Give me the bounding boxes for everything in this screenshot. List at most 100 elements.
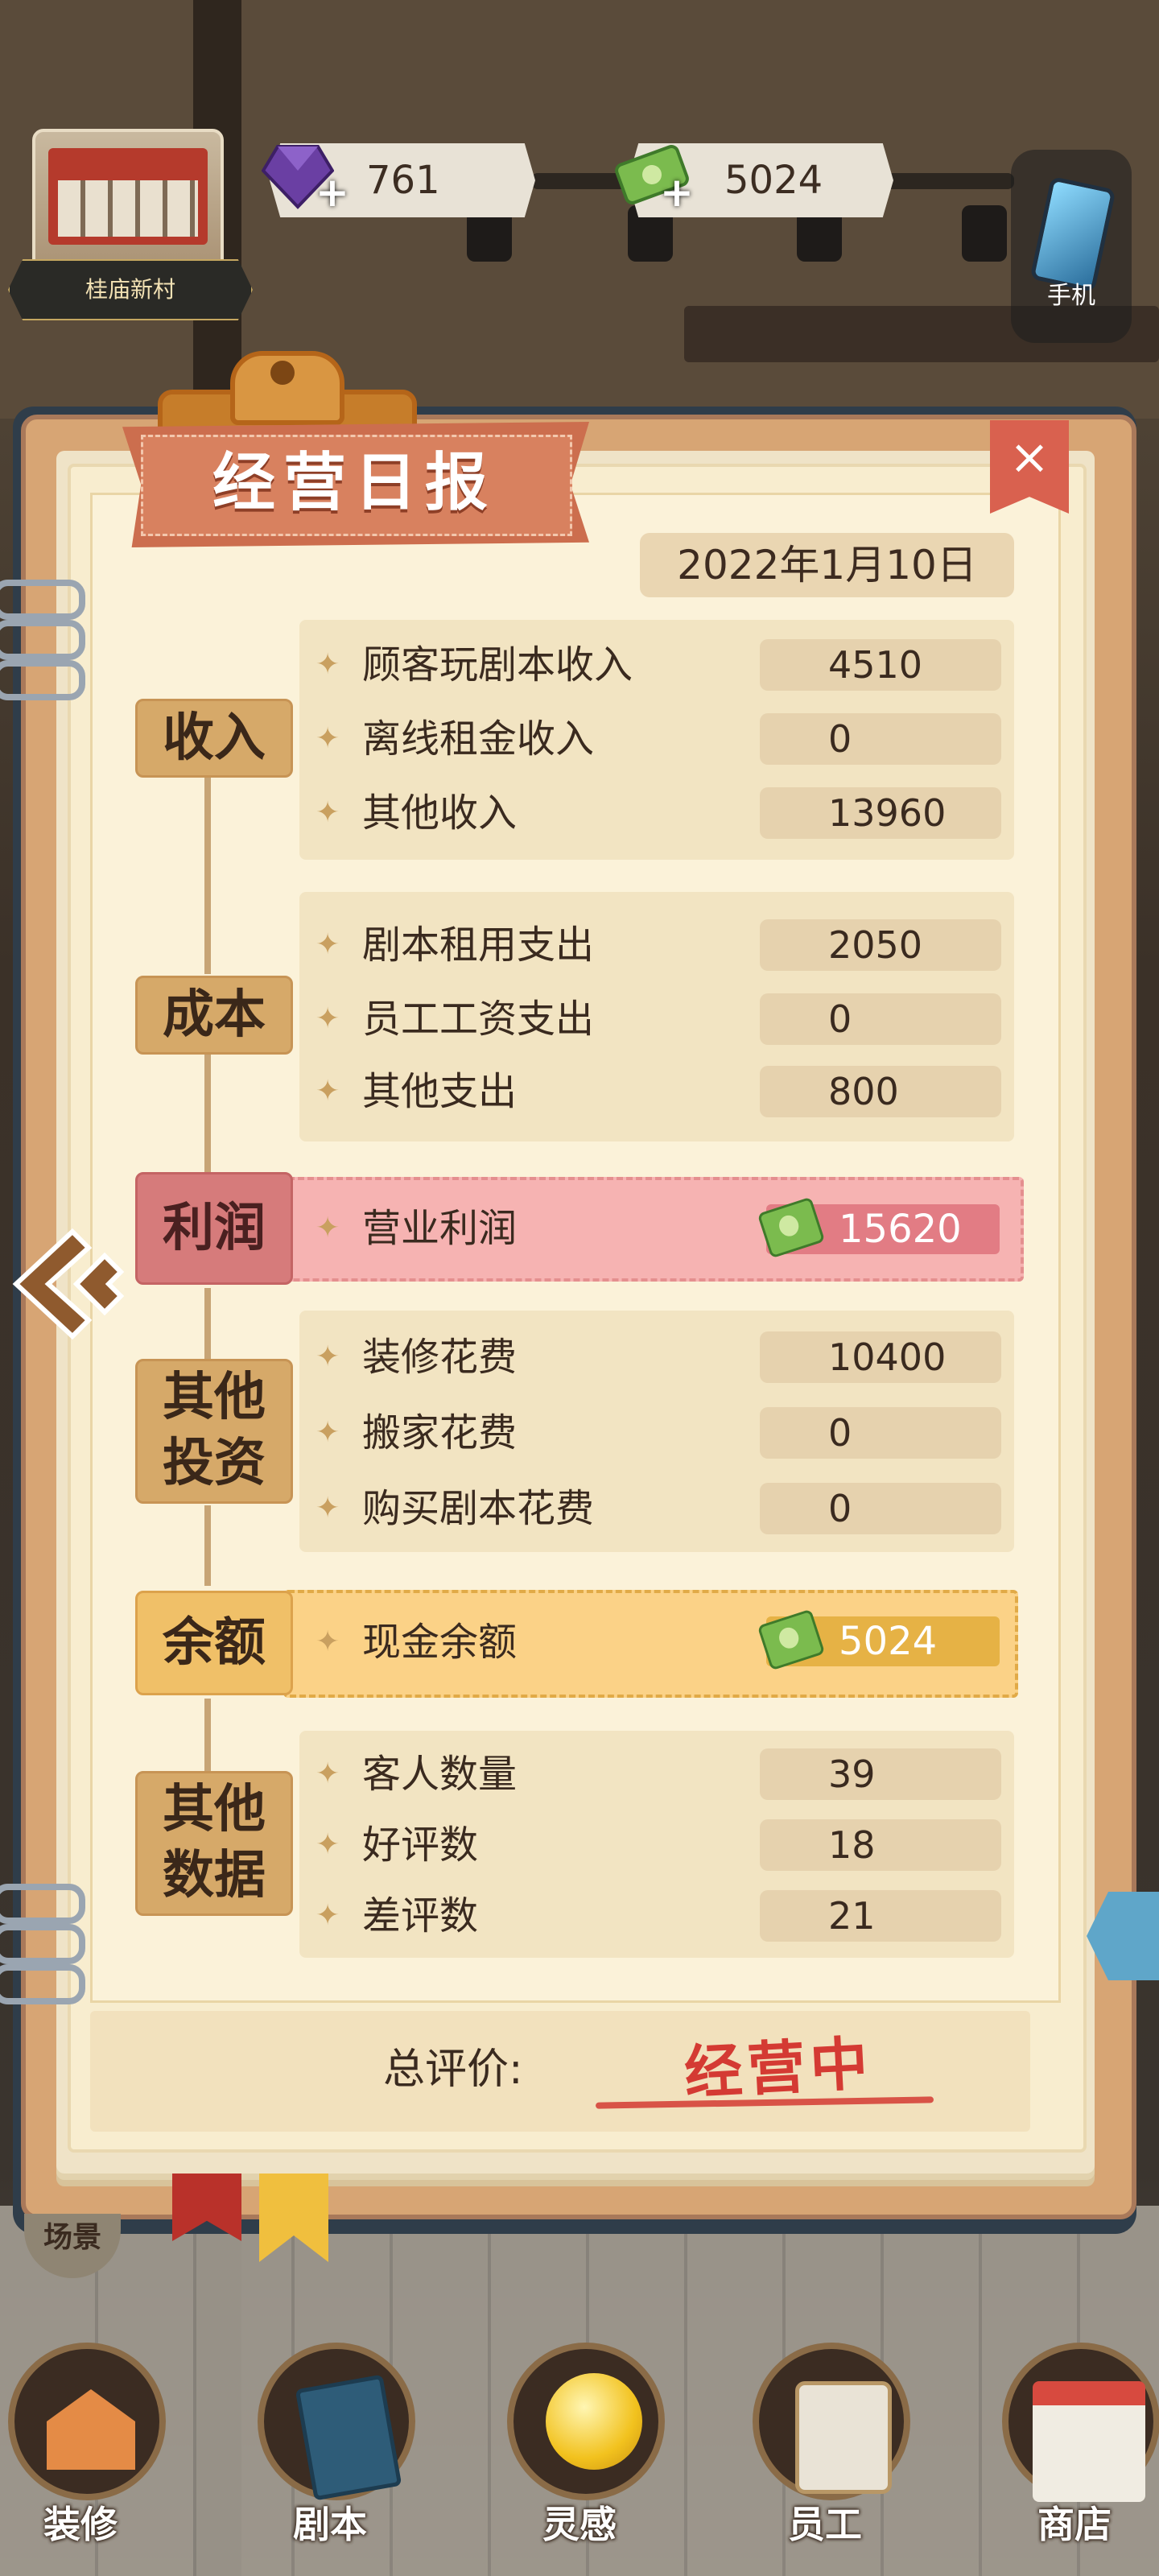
house-icon <box>47 2389 135 2470</box>
overall-rating-panel <box>90 2011 1030 2132</box>
inspiration-icon-frame <box>507 2343 665 2500</box>
nav-label: 剧本 <box>293 2503 367 2546</box>
phone-label: 手机 <box>1047 282 1095 310</box>
cost-row: ✦ 其他支出 800 <box>316 1063 1008 1121</box>
star-bullet-icon: ✦ <box>316 1492 340 1525</box>
timeline-line <box>204 1699 211 1771</box>
row-value: 0 <box>760 993 1001 1045</box>
row-label: 其他收入 <box>362 791 518 836</box>
investment-row: ✦ 购买剧本花费 0 <box>316 1480 1008 1538</box>
row-value: 4510 <box>760 639 1001 691</box>
star-bullet-icon: ✦ <box>316 796 340 829</box>
row-value: 39 <box>760 1748 1001 1800</box>
gem-count: 761 <box>366 158 440 203</box>
row-value: 800 <box>760 1066 1001 1117</box>
shop-icon <box>1033 2381 1145 2502</box>
row-label: 好评数 <box>362 1823 479 1868</box>
investment-row: ✦ 装修花费 10400 <box>316 1328 1008 1386</box>
income-row: ✦ 其他收入 13960 <box>316 784 1008 842</box>
previous-day-arrow-icon[interactable] <box>8 1224 129 1344</box>
nav-label: 员工 <box>788 2503 862 2546</box>
star-bullet-icon: ✦ <box>316 1002 340 1035</box>
binder-ring <box>0 660 85 700</box>
binder-ring <box>0 1884 85 1924</box>
row-label: 顾客玩剧本收入 <box>362 642 633 687</box>
clip-emblem-icon <box>270 361 295 385</box>
add-gems-button[interactable]: + <box>316 169 349 216</box>
row-value: 21 <box>760 1890 1001 1942</box>
balance-label: 现金余额 <box>362 1620 518 1665</box>
crystal-ball-icon <box>546 2373 642 2470</box>
row-label: 离线租金收入 <box>362 716 595 762</box>
other-data-row: ✦ 好评数 18 <box>316 1816 1008 1874</box>
phone-button[interactable]: 手机 <box>1011 150 1132 343</box>
nav-decorate[interactable]: 装修 <box>0 2334 166 2576</box>
row-label: 差评数 <box>362 1893 479 1938</box>
star-bullet-icon: ✦ <box>316 1075 340 1108</box>
nav-shop[interactable]: 商店 <box>994 2334 1159 2576</box>
row-label: 员工工资支出 <box>362 997 595 1042</box>
book-icon <box>295 2374 402 2501</box>
star-bullet-icon: ✦ <box>316 1757 340 1790</box>
cost-row: ✦ 剧本租用支出 2050 <box>316 916 1008 974</box>
overall-rating-stamp: 经营中 <box>683 2029 875 2107</box>
star-bullet-icon: ✦ <box>316 928 340 961</box>
row-label: 剧本租用支出 <box>362 923 595 968</box>
row-label: 购买剧本花费 <box>362 1486 595 1531</box>
binder-ring <box>0 620 85 660</box>
other-data-row: ✦ 客人数量 39 <box>316 1745 1008 1803</box>
timeline-line <box>204 1046 211 1175</box>
row-value: 0 <box>760 1483 1001 1534</box>
decorate-icon-frame <box>8 2343 166 2500</box>
row-value: 13960 <box>760 787 1001 839</box>
nav-label: 装修 <box>43 2503 118 2546</box>
staff-icon-frame <box>753 2343 910 2500</box>
profit-label: 营业利润 <box>362 1206 518 1251</box>
nav-script[interactable]: 剧本 <box>250 2334 415 2576</box>
star-bullet-icon: ✦ <box>316 1340 340 1373</box>
cost-tag: 成本 <box>135 976 293 1055</box>
village-thumbnail[interactable] <box>32 129 224 280</box>
investment-row: ✦ 搬家花费 0 <box>316 1404 1008 1462</box>
script-icon-frame <box>258 2343 415 2501</box>
village-name-label[interactable]: 桂庙新村 <box>8 259 253 320</box>
income-tag: 收入 <box>135 699 293 778</box>
ceiling-lamp <box>962 205 1007 262</box>
income-row: ✦ 顾客玩剧本收入 4510 <box>316 636 1008 694</box>
report-date: 2022年1月10日 <box>640 533 1014 597</box>
overall-rating-label: 总评价: <box>383 2046 523 2094</box>
nav-inspiration[interactable]: 灵感 <box>499 2334 665 2576</box>
star-bullet-icon: ✦ <box>316 1625 340 1658</box>
row-value: 2050 <box>760 919 1001 971</box>
row-label: 客人数量 <box>362 1752 518 1797</box>
nav-staff[interactable]: 员工 <box>744 2334 910 2576</box>
cost-row: ✦ 员工工资支出 0 <box>316 990 1008 1048</box>
star-bullet-icon: ✦ <box>316 648 340 681</box>
income-row: ✦ 离线租金收入 0 <box>316 710 1008 768</box>
row-value: 18 <box>760 1819 1001 1871</box>
timeline-line <box>204 1505 211 1586</box>
id-badge-icon <box>795 2381 892 2494</box>
timeline-line <box>204 1288 211 1360</box>
binder-ring <box>0 580 85 620</box>
star-bullet-icon: ✦ <box>316 1416 340 1449</box>
row-label: 装修花费 <box>362 1335 518 1380</box>
investment-tag: 其他 投资 <box>135 1359 293 1504</box>
other-data-tag: 其他 数据 <box>135 1771 293 1916</box>
star-bullet-icon: ✦ <box>316 1828 340 1861</box>
cash-count: 5024 <box>724 158 823 203</box>
row-value: 0 <box>760 713 1001 765</box>
profit-tag: 利润 <box>135 1172 293 1285</box>
other-data-row: ✦ 差评数 21 <box>316 1887 1008 1945</box>
balance-tag: 余额 <box>135 1591 293 1695</box>
shop-icon-frame <box>1002 2343 1159 2502</box>
row-value: 0 <box>760 1407 1001 1459</box>
binder-ring <box>0 1924 85 1964</box>
add-cash-button[interactable]: + <box>660 169 694 216</box>
row-label: 其他支出 <box>362 1069 518 1114</box>
nav-label: 灵感 <box>542 2503 617 2546</box>
binder-ring <box>0 1964 85 2004</box>
report-title: 经营日报 <box>212 447 496 519</box>
row-label: 搬家花费 <box>362 1410 518 1455</box>
storefront-image <box>48 148 208 245</box>
